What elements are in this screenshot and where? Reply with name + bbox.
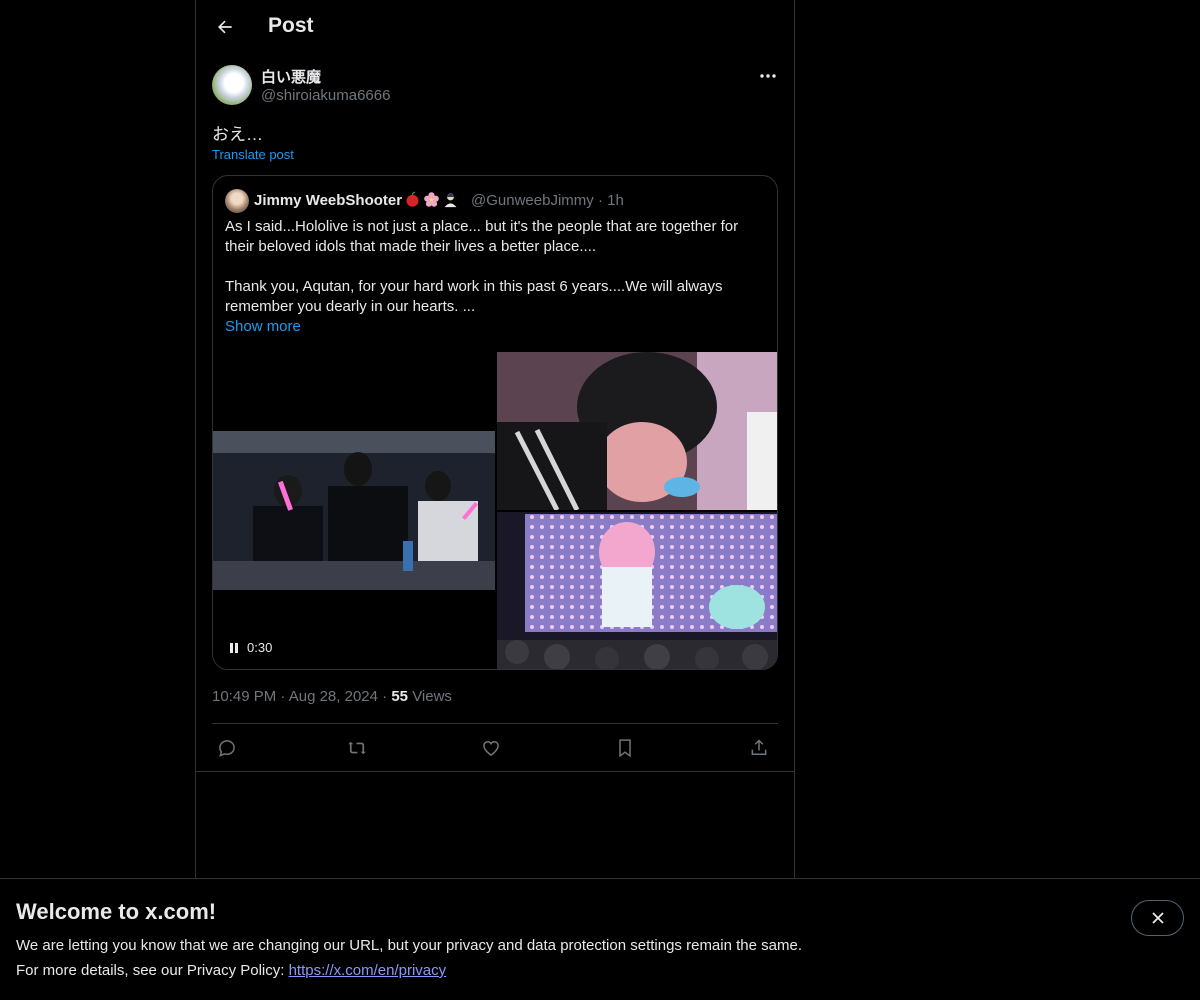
page-title: Post xyxy=(268,14,314,37)
show-more-link[interactable]: Show more xyxy=(225,318,301,335)
share-icon xyxy=(751,739,767,755)
repost-icon xyxy=(348,741,366,755)
post-text: おえ… xyxy=(212,125,263,144)
quote-author-name-row: Jimmy WeebShooter xyxy=(254,191,459,209)
like-icon xyxy=(483,740,499,756)
quote-media-grid: 0:30 xyxy=(213,352,777,669)
views-count: 55 xyxy=(391,688,409,705)
arrow-left-icon xyxy=(218,20,232,34)
welcome-banner: Welcome to x.com! We are letting you kno… xyxy=(0,878,1200,1000)
author-name[interactable]: 白い悪魔 xyxy=(261,66,321,87)
media-video[interactable]: 0:30 xyxy=(213,352,495,669)
banner-policy-line: For more details, see our Privacy Policy… xyxy=(16,962,446,979)
post-date[interactable]: Aug 28, 2024 xyxy=(289,688,378,705)
more-icon xyxy=(760,74,776,78)
privacy-policy-link[interactable]: https://x.com/en/privacy xyxy=(289,962,447,979)
divider xyxy=(196,771,794,772)
media-photo-2[interactable] xyxy=(497,512,777,669)
banner-message: We are letting you know that we are chan… xyxy=(16,937,802,954)
photo-crying-person xyxy=(497,352,777,510)
quote-author-name: Jimmy WeebShooter xyxy=(254,192,403,209)
apple-icon xyxy=(406,191,419,207)
post-column: Post 白い悪魔 @shiroiakuma6666 おえ… Translate… xyxy=(195,0,795,880)
action-bar xyxy=(212,734,778,762)
video-timestamp: 0:30 xyxy=(247,640,273,655)
pause-icon[interactable] xyxy=(229,642,239,654)
post-metadata: 10:49 PM · Aug 28, 2024 · 55 Views xyxy=(212,688,452,705)
quote-meta: @GunweebJimmy · 1h xyxy=(471,192,624,209)
close-icon xyxy=(1151,912,1164,924)
post-header: Post xyxy=(196,0,794,54)
views-label: Views xyxy=(412,688,452,705)
person-icon xyxy=(444,193,457,208)
video-frame xyxy=(213,431,495,590)
more-options-button[interactable] xyxy=(756,66,780,86)
author-handle[interactable]: @shiroiakuma6666 xyxy=(261,87,390,104)
video-scene xyxy=(213,431,495,590)
share-button[interactable] xyxy=(744,734,774,762)
banner-policy-text: For more details, see our Privacy Policy… xyxy=(16,962,289,979)
reply-icon xyxy=(219,740,235,757)
post-time[interactable]: 10:49 PM xyxy=(212,688,276,705)
cherry-blossom-icon xyxy=(424,192,439,207)
quote-author-avatar xyxy=(225,189,249,213)
separator-dot: · xyxy=(382,688,388,705)
video-controls[interactable]: 0:30 xyxy=(229,640,272,655)
repost-button[interactable] xyxy=(342,734,372,762)
bookmark-button[interactable] xyxy=(610,734,640,762)
banner-title: Welcome to x.com! xyxy=(16,899,217,924)
quote-text: As I said...Hololive is not just a place… xyxy=(225,218,739,315)
quoted-post[interactable]: Jimmy WeebShooter @GunweebJimmy · 1h As … xyxy=(212,175,778,670)
quote-age: 1h xyxy=(607,192,624,209)
photo-stage-screen xyxy=(497,512,777,669)
quote-author-handle: @GunweebJimmy xyxy=(471,192,594,209)
media-photo-1[interactable] xyxy=(497,352,777,510)
separator-dot: · xyxy=(597,192,603,209)
like-button[interactable] xyxy=(476,734,506,762)
separator-dot: · xyxy=(280,688,286,705)
reply-button[interactable] xyxy=(212,734,242,762)
translate-post-link[interactable]: Translate post xyxy=(212,147,294,162)
divider xyxy=(212,723,778,724)
author-avatar[interactable] xyxy=(212,65,252,105)
back-button[interactable] xyxy=(210,12,240,42)
close-banner-button[interactable] xyxy=(1131,900,1184,936)
bookmark-icon xyxy=(619,739,631,758)
